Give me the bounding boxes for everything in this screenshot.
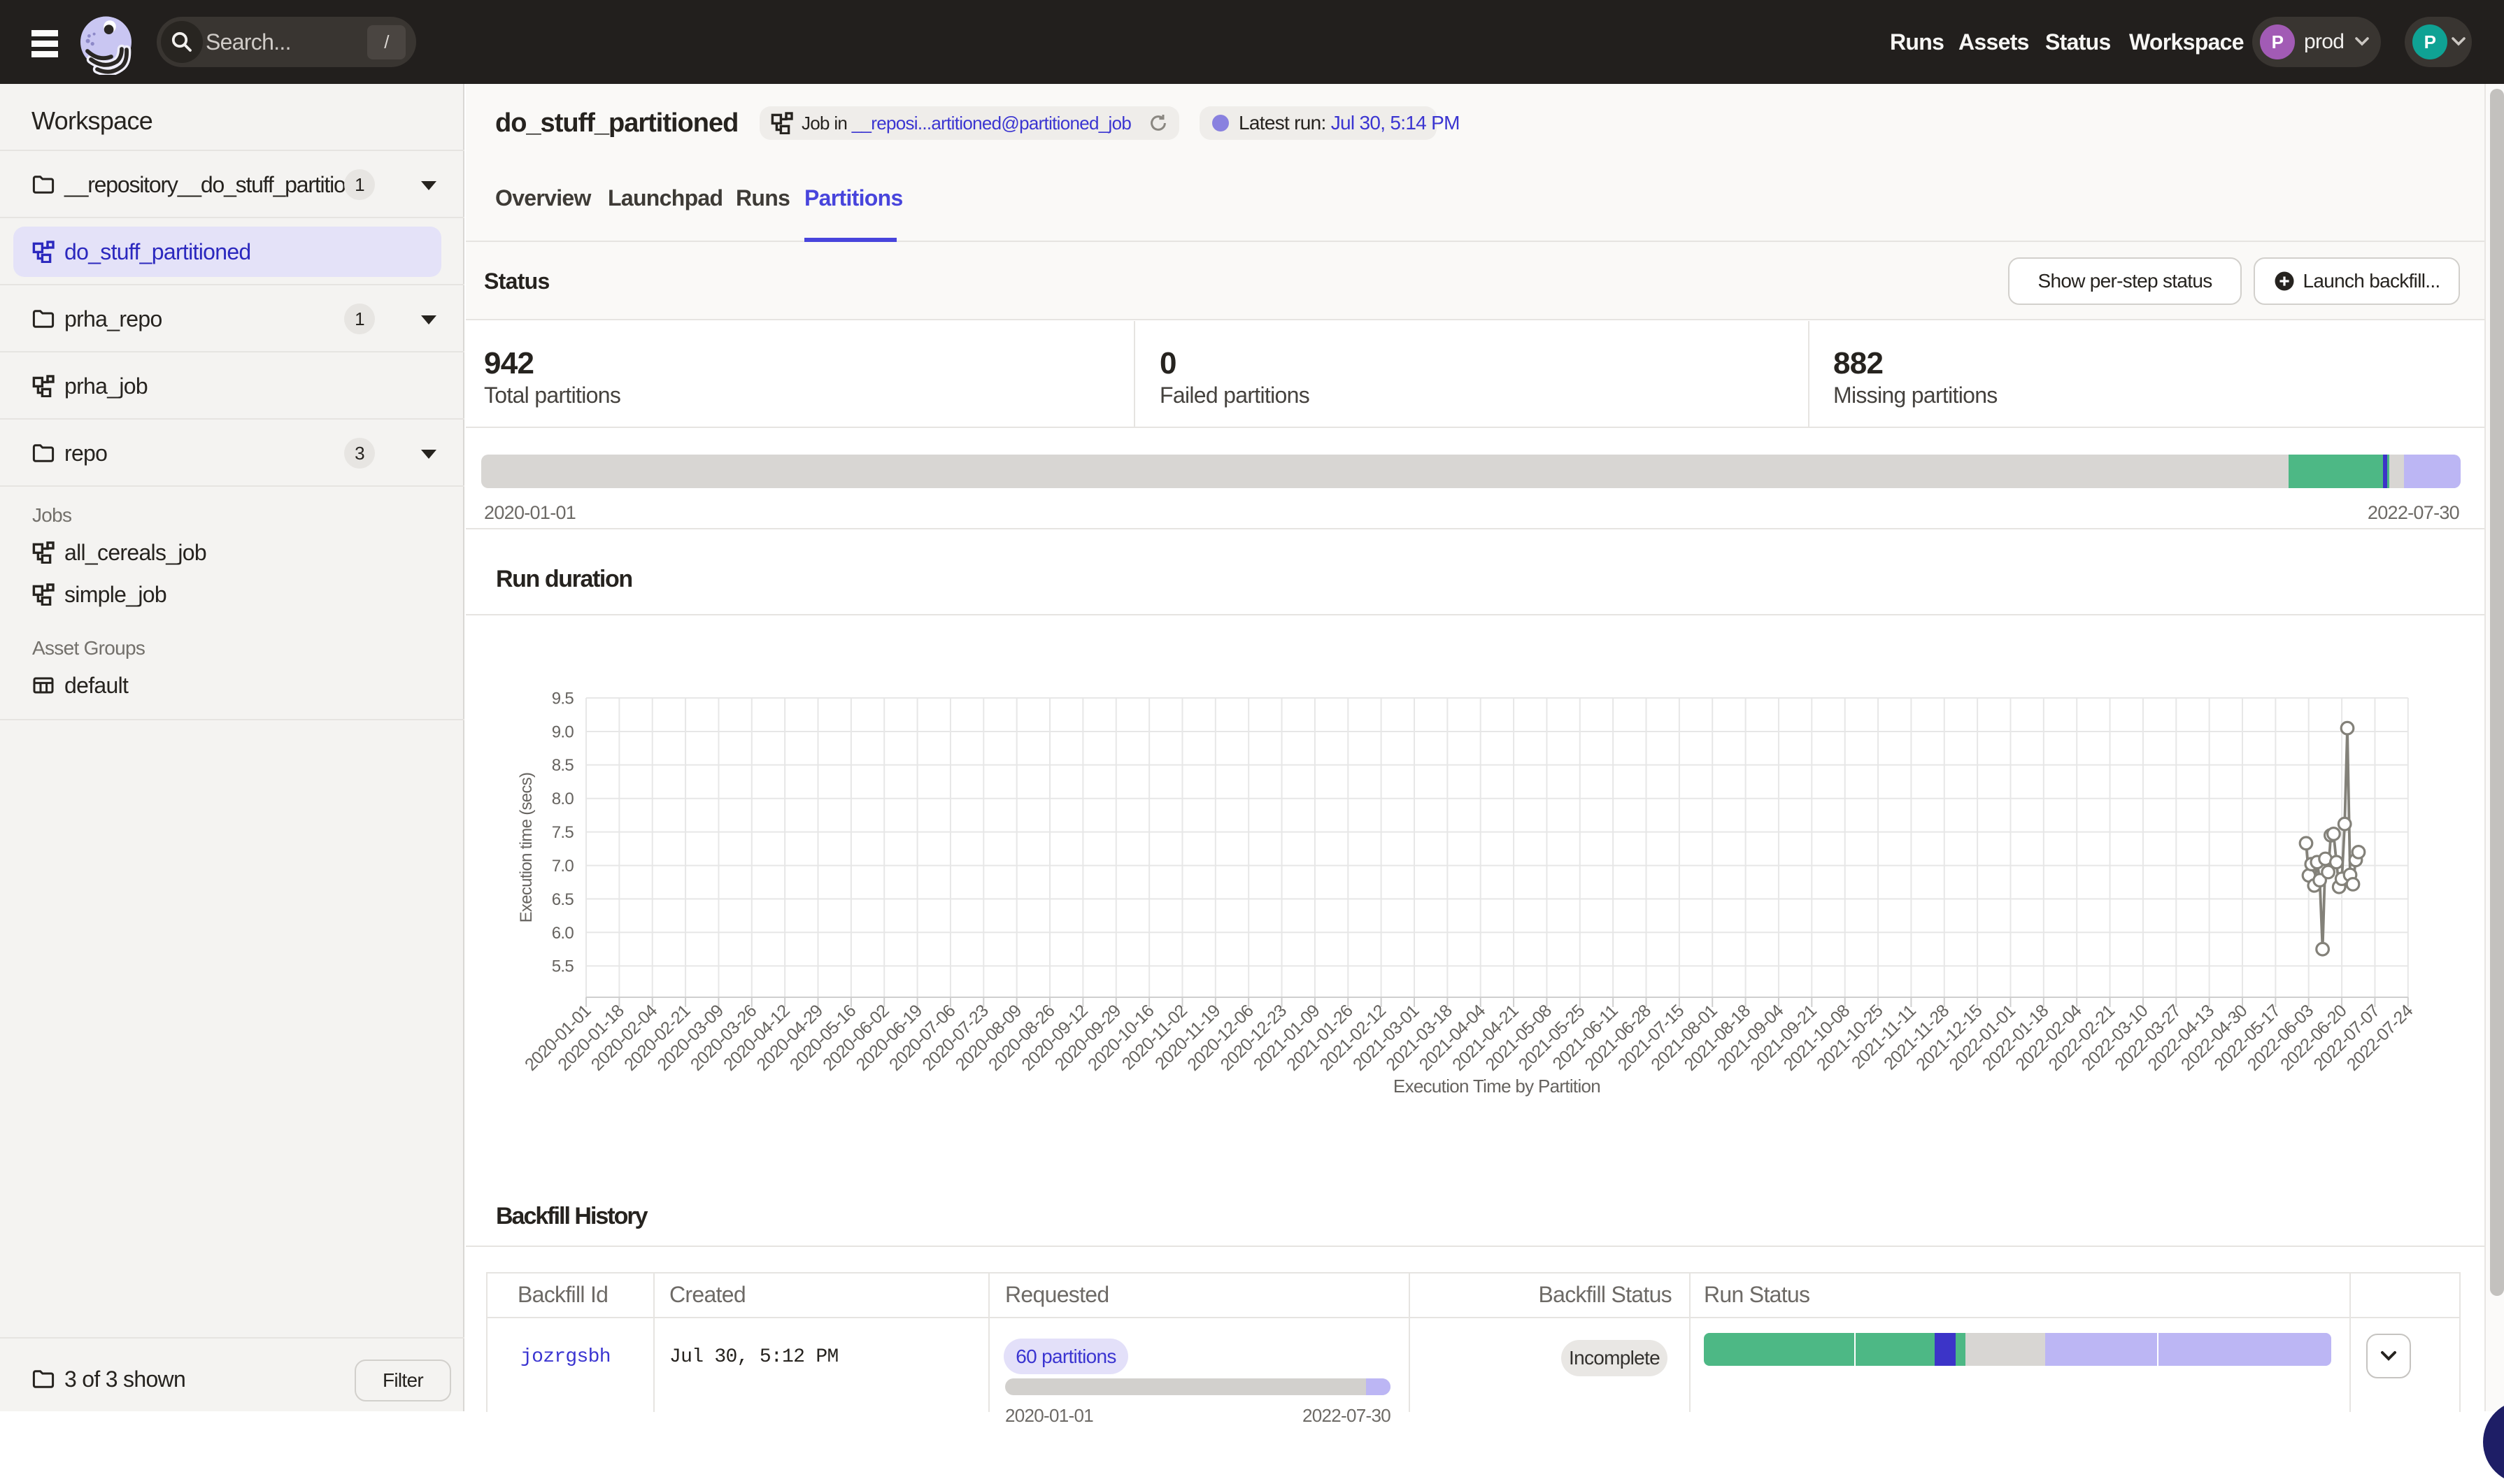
svg-text:Execution time (secs): Execution time (secs) bbox=[517, 773, 536, 923]
svg-text:9.0: 9.0 bbox=[552, 722, 574, 741]
svg-text:5.5: 5.5 bbox=[552, 957, 574, 976]
svg-text:8.0: 8.0 bbox=[552, 790, 574, 808]
svg-text:Execution Time by Partition: Execution Time by Partition bbox=[1393, 1076, 1600, 1097]
svg-text:8.5: 8.5 bbox=[552, 756, 574, 775]
svg-text:6.0: 6.0 bbox=[552, 924, 574, 943]
svg-text:7.5: 7.5 bbox=[552, 823, 574, 842]
svg-text:7.0: 7.0 bbox=[552, 857, 574, 876]
svg-text:9.5: 9.5 bbox=[552, 689, 574, 708]
svg-text:6.5: 6.5 bbox=[552, 890, 574, 909]
